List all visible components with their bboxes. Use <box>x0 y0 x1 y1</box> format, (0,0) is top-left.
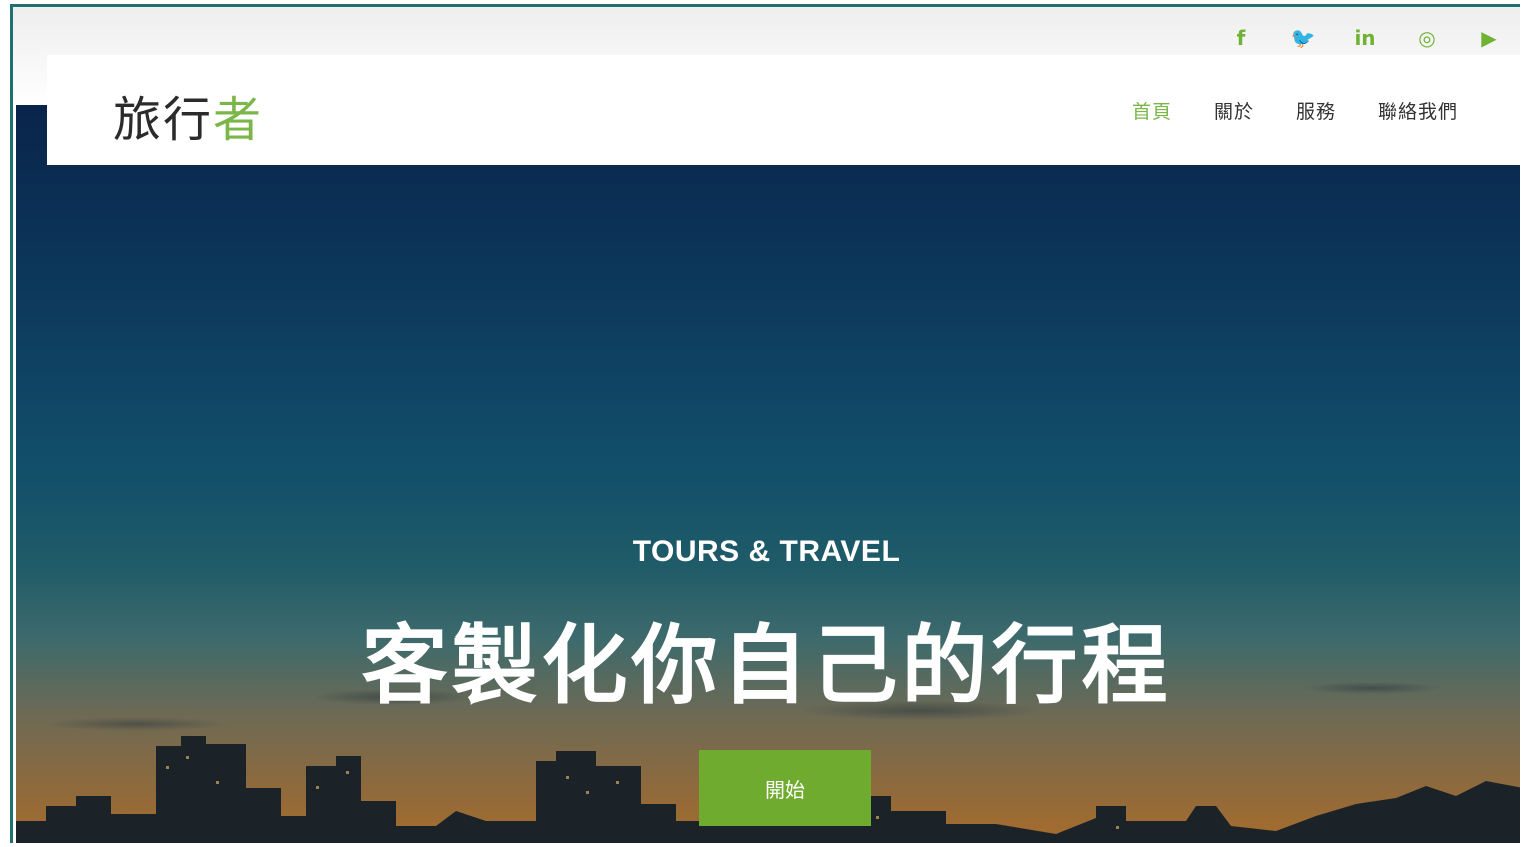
linkedin-icon[interactable]: in <box>1334 24 1396 52</box>
logo-text: 旅行 <box>113 92 214 148</box>
logo-accent-text: 者 <box>213 92 264 148</box>
nav-item-about[interactable]: 關於 <box>1214 97 1254 124</box>
social-links: f 🐦 in ◎ ▶ <box>1210 24 1520 52</box>
youtube-icon[interactable]: ▶ <box>1458 24 1520 52</box>
nav-item-services[interactable]: 服務 <box>1296 97 1336 124</box>
start-button[interactable]: 開始 <box>699 750 871 826</box>
nav-item-home[interactable]: 首頁 <box>1132 97 1172 124</box>
facebook-icon[interactable]: f <box>1210 24 1272 52</box>
site-logo[interactable]: 旅行者 <box>113 80 263 150</box>
hero-headline: 客製化你自己的行程 <box>361 616 1172 716</box>
hero-subtitle: TOURS & TRAVEL <box>632 535 901 568</box>
hero-banner <box>16 105 1520 843</box>
main-menu: 首頁 關於 服務 聯絡我們 <box>1132 97 1458 124</box>
browser-frame: f 🐦 in ◎ ▶ 旅行者 首頁 關於 服務 聯絡我們 TOURS & TRA… <box>10 4 1520 843</box>
header-navbar: 旅行者 首頁 關於 服務 聯絡我們 <box>47 55 1520 165</box>
twitter-icon[interactable]: 🐦 <box>1272 24 1334 52</box>
nav-item-contact[interactable]: 聯絡我們 <box>1378 97 1458 124</box>
instagram-icon[interactable]: ◎ <box>1396 24 1458 52</box>
